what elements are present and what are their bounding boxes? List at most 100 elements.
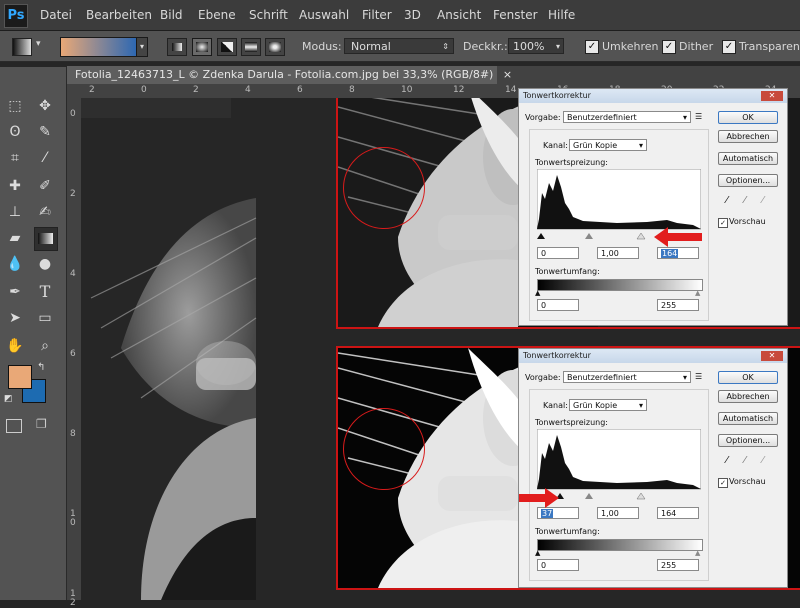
eraser-icon[interactable]: ▰	[4, 227, 26, 249]
output-low-value: 0	[541, 301, 547, 310]
ruler-tick-label: 4	[70, 269, 76, 279]
menu-datei[interactable]: Datei	[40, 8, 72, 22]
dither-checkbox[interactable]: ✓	[662, 40, 676, 54]
close-icon[interactable]: ✕	[761, 91, 783, 101]
swap-colors-icon[interactable]: ↰	[37, 362, 45, 373]
deckkraft-input[interactable]: 100% ▾	[508, 38, 564, 54]
input-high-field[interactable]: 164	[657, 247, 699, 259]
gradient-icon[interactable]	[34, 227, 58, 251]
angle-gradient-button[interactable]	[217, 38, 237, 56]
type-icon[interactable]: T	[34, 281, 56, 303]
ok-button[interactable]: OK	[718, 371, 778, 384]
abbrechen-button[interactable]: Abbrechen	[718, 130, 778, 143]
ok-button[interactable]: OK	[718, 111, 778, 124]
output-low-value: 0	[541, 561, 547, 570]
blur-icon[interactable]: 💧	[4, 253, 26, 275]
output-black-slider-icon[interactable]: ▲	[535, 289, 540, 297]
menu-bearbeiten[interactable]: Bearbeiten	[86, 8, 152, 22]
output-white-slider-icon[interactable]: ▲	[695, 289, 700, 297]
eyedropper-icon[interactable]: ⁄	[34, 147, 56, 169]
history-brush-icon[interactable]: ✍	[34, 201, 56, 223]
linear-gradient-button[interactable]	[167, 38, 187, 56]
diamond-gradient-button[interactable]	[265, 38, 285, 56]
black-eyedropper-icon[interactable]: ⁄	[726, 195, 728, 206]
menu-filter[interactable]: Filter	[362, 8, 392, 22]
optionen-button[interactable]: Optionen...	[718, 174, 778, 187]
input-mid-field[interactable]: 1,00	[597, 507, 639, 519]
histogram	[537, 429, 701, 500]
input-low-field[interactable]: 37	[537, 507, 579, 519]
kanal-select[interactable]: Grün Kopie ▾	[569, 399, 647, 411]
output-gradient-bar	[537, 539, 703, 551]
menu-lines-icon[interactable]: ☰	[695, 372, 702, 381]
screen-mode-icon[interactable]: ❐	[36, 417, 52, 431]
menu-ebene[interactable]: Ebene	[198, 8, 236, 22]
vorgabe-select[interactable]: Benutzerdefiniert ▾	[563, 371, 691, 383]
document-tab[interactable]: Fotolia_12463713_L © Zdenka Darula - Fot…	[67, 66, 512, 84]
gray-eyedropper-icon[interactable]: ⁄	[744, 455, 746, 466]
marquee-icon[interactable]: ⬚	[4, 95, 26, 117]
input-high-field[interactable]: 164	[657, 507, 699, 519]
modus-select[interactable]: Normal ⇕	[344, 38, 454, 54]
quick-mask-icon[interactable]	[6, 419, 22, 433]
lasso-icon[interactable]: ʘ	[4, 121, 26, 143]
abbrechen-button[interactable]: Abbrechen	[718, 390, 778, 403]
close-icon[interactable]: ✕	[761, 351, 783, 361]
output-high-field[interactable]: 255	[657, 299, 699, 311]
output-white-slider-icon[interactable]: ▲	[695, 549, 700, 557]
output-low-field[interactable]: 0	[537, 559, 579, 571]
gradient-picker[interactable]	[60, 37, 138, 57]
pen-icon[interactable]: ✒	[4, 281, 26, 303]
kanal-select[interactable]: Grün Kopie ▾	[569, 139, 647, 151]
gray-eyedropper-icon[interactable]: ⁄	[744, 195, 746, 206]
gradient-tool-icon[interactable]	[12, 38, 32, 56]
optionen-button[interactable]: Optionen...	[718, 434, 778, 447]
menu-fenster[interactable]: Fenster	[493, 8, 538, 22]
path-select-icon[interactable]: ➤	[4, 307, 26, 329]
foreground-color-swatch[interactable]	[8, 365, 32, 389]
gradient-dropdown-icon[interactable]: ▾	[136, 37, 148, 57]
output-low-field[interactable]: 0	[537, 299, 579, 311]
black-eyedropper-icon[interactable]: ⁄	[726, 455, 728, 466]
hand-icon[interactable]: ✋	[4, 335, 26, 357]
menu-bild[interactable]: Bild	[160, 8, 183, 22]
chevron-down-icon[interactable]: ▾	[36, 39, 41, 49]
default-colors-icon[interactable]: ◩	[4, 394, 13, 404]
menu-auswahl[interactable]: Auswahl	[299, 8, 349, 22]
brush-icon[interactable]: ✐	[34, 175, 56, 197]
zoom-icon[interactable]: ⌕	[34, 335, 56, 357]
app-logo[interactable]: Ps	[4, 4, 28, 28]
transparenz-checkbox[interactable]: ✓	[722, 40, 736, 54]
vorgabe-select[interactable]: Benutzerdefiniert ▾	[563, 111, 691, 123]
menu-3d[interactable]: 3D	[404, 8, 421, 22]
white-eyedropper-icon[interactable]: ⁄	[762, 455, 764, 466]
input-mid-field[interactable]: 1,00	[597, 247, 639, 259]
umkehren-checkbox[interactable]: ✓	[585, 40, 599, 54]
quick-select-icon[interactable]: ✎	[34, 121, 56, 143]
output-high-value: 255	[661, 561, 677, 570]
move-icon[interactable]: ✥	[34, 95, 56, 117]
ruler-tick-label: 1 2	[70, 589, 76, 608]
white-eyedropper-icon[interactable]: ⁄	[762, 195, 764, 206]
output-high-field[interactable]: 255	[657, 559, 699, 571]
close-tab-icon[interactable]: ×	[503, 68, 512, 81]
stamp-icon[interactable]: ⊥	[4, 201, 26, 223]
dialog-titlebar[interactable]: Tonwertkorrektur	[519, 89, 787, 103]
dodge-icon[interactable]: ●	[34, 253, 56, 275]
output-black-slider-icon[interactable]: ▲	[535, 549, 540, 557]
radial-gradient-button[interactable]	[192, 38, 212, 56]
input-low-field[interactable]: 0	[537, 247, 579, 259]
rectangle-icon[interactable]: ▭	[34, 307, 56, 329]
crop-icon[interactable]: ⌗	[4, 147, 26, 169]
automatisch-button[interactable]: Automatisch	[718, 412, 778, 425]
vorschau-checkbox[interactable]: ✓	[718, 218, 728, 228]
menu-hilfe[interactable]: Hilfe	[548, 8, 575, 22]
vorschau-checkbox[interactable]: ✓	[718, 478, 728, 488]
menu-lines-icon[interactable]: ☰	[695, 112, 702, 121]
reflected-gradient-button[interactable]	[241, 38, 261, 56]
menu-schrift[interactable]: Schrift	[249, 8, 288, 22]
automatisch-button[interactable]: Automatisch	[718, 152, 778, 165]
dialog-titlebar[interactable]: Tonwertkorrektur	[519, 349, 787, 363]
healing-icon[interactable]: ✚	[4, 175, 26, 197]
menu-ansicht[interactable]: Ansicht	[437, 8, 481, 22]
